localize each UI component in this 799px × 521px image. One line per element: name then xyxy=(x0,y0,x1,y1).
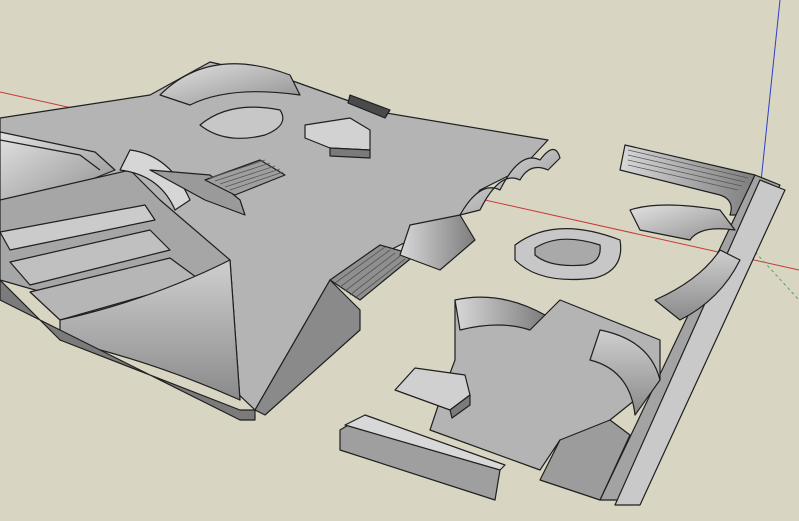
sketchup-viewport[interactable] xyxy=(0,0,799,521)
3d-model-canvas[interactable] xyxy=(0,0,799,521)
left-funbox-side xyxy=(329,147,371,159)
right-small-bowl xyxy=(629,204,736,241)
right-left-ramp xyxy=(454,296,546,331)
